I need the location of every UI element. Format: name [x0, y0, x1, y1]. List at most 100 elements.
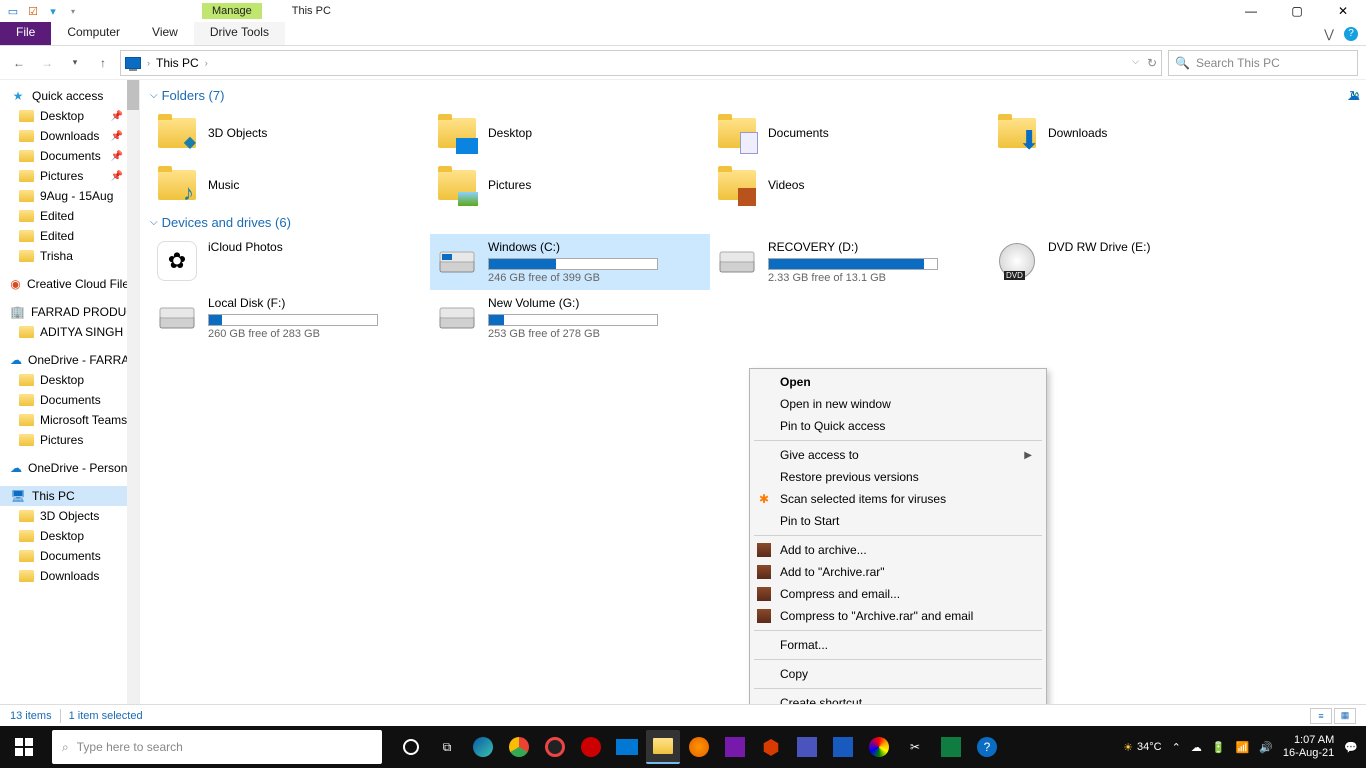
paint-icon[interactable] [862, 730, 896, 764]
ribbon-collapse-icon[interactable]: ⋁ [1320, 27, 1338, 41]
tray-chevron-icon[interactable]: ⌃ [1172, 741, 1181, 754]
drive-item[interactable]: Windows (C:)246 GB free of 399 GB [430, 234, 710, 290]
sidebar-item[interactable]: Downloads📌 [0, 126, 139, 146]
taskbar-search[interactable]: ⌕ Type here to search [52, 730, 382, 764]
drive-item[interactable]: New Volume (G:)253 GB free of 278 GB [430, 290, 710, 346]
folder-item[interactable]: ◆3D Objects↻ [150, 107, 430, 159]
folder-item[interactable]: ⬇Downloads [990, 107, 1270, 159]
address-dropdown-icon[interactable]: ⌵ [1132, 56, 1139, 70]
sidebar-item[interactable]: Edited [0, 226, 139, 246]
context-menu-item[interactable]: Give access to▶ [750, 444, 1046, 466]
sidebar-aditya[interactable]: ADITYA SINGH [0, 322, 139, 342]
close-button[interactable]: ✕ [1320, 0, 1366, 22]
section-drives[interactable]: ⌵Devices and drives (6) [150, 211, 1356, 234]
drive-item[interactable]: ✿iCloud Photos [150, 234, 430, 290]
cortana-icon[interactable] [394, 730, 428, 764]
section-folders[interactable]: ⌵Folders (7) [150, 84, 1356, 107]
context-menu-item[interactable]: Pin to Quick access [750, 415, 1046, 437]
tiles-view-button[interactable]: ▦ [1334, 708, 1356, 724]
help-taskbar-icon[interactable]: ? [970, 730, 1004, 764]
address-bar[interactable]: › This PC › ⌵ ↻ [120, 50, 1162, 76]
sidebar-onedrive-farrad[interactable]: ☁OneDrive - FARRAD [0, 350, 139, 370]
context-menu-item[interactable]: Add to archive... [750, 539, 1046, 561]
chrome-icon[interactable] [502, 730, 536, 764]
folder-item[interactable]: Documents [710, 107, 990, 159]
sidebar-item[interactable]: Documents📌 [0, 146, 139, 166]
sidebar-item[interactable]: Documents [0, 390, 139, 410]
contextual-tab-manage[interactable]: Manage [202, 3, 262, 19]
crumb-sep-icon[interactable]: › [205, 58, 208, 68]
context-menu-item[interactable]: Compress to "Archive.rar" and email [750, 605, 1046, 627]
maximize-button[interactable]: ▢ [1274, 0, 1320, 22]
qat-new-icon[interactable]: ▾ [44, 2, 62, 20]
drive-item[interactable]: DVDDVD RW Drive (E:) [990, 234, 1270, 290]
volume-icon[interactable]: 🔊 [1259, 741, 1273, 754]
folder-item[interactable]: Pictures [430, 159, 710, 211]
notifications-icon[interactable]: 💬 [1344, 741, 1358, 754]
context-menu-item[interactable]: Restore previous versions [750, 466, 1046, 488]
explorer-taskbar-icon[interactable] [646, 730, 680, 764]
sidebar-item[interactable]: 3D Objects [0, 506, 139, 526]
sidebar-creative-cloud[interactable]: ◉Creative Cloud Files [0, 274, 139, 294]
weather-widget[interactable]: ☀34°C [1123, 741, 1161, 754]
folder-item[interactable]: Desktop✓ [430, 107, 710, 159]
firefox-icon[interactable] [682, 730, 716, 764]
sidebar-scrollbar[interactable] [127, 80, 139, 720]
breadcrumb[interactable]: This PC [156, 56, 199, 70]
sidebar-item[interactable]: Edited [0, 206, 139, 226]
sidebar-item[interactable]: Documents [0, 546, 139, 566]
tab-view[interactable]: View [136, 22, 194, 45]
sidebar-quick-access[interactable]: ★Quick access [0, 86, 139, 106]
opera-gx-icon[interactable] [574, 730, 608, 764]
task-view-icon[interactable]: ⧉ [430, 730, 464, 764]
opera-icon[interactable] [538, 730, 572, 764]
onenote-icon[interactable] [718, 730, 752, 764]
search-box[interactable]: 🔍 Search This PC [1168, 50, 1358, 76]
qat-properties-icon[interactable]: ☑ [24, 2, 42, 20]
wifi-icon[interactable]: 📶 [1236, 741, 1250, 754]
crumb-sep-icon[interactable]: › [147, 58, 150, 68]
onedrive-tray-icon[interactable]: ☁ [1191, 741, 1202, 754]
edge-icon[interactable] [466, 730, 500, 764]
sidebar-farrad[interactable]: 🏢FARRAD PRODUCTIONS [0, 302, 139, 322]
excel-icon[interactable] [934, 730, 968, 764]
sidebar-onedrive-personal[interactable]: ☁OneDrive - Personal [0, 458, 139, 478]
forward-button[interactable]: → [36, 52, 58, 74]
snip-icon[interactable]: ✂ [898, 730, 932, 764]
sidebar-item[interactable]: Trisha [0, 246, 139, 266]
drive-item[interactable]: RECOVERY (D:)2.33 GB free of 13.1 GB [710, 234, 990, 290]
sidebar-item[interactable]: Desktop [0, 370, 139, 390]
context-menu-item[interactable]: Open [750, 371, 1046, 393]
help-icon[interactable]: ? [1344, 27, 1358, 41]
details-view-button[interactable]: ≡ [1310, 708, 1332, 724]
sidebar-item[interactable]: Microsoft Teams [0, 410, 139, 430]
recent-dropdown[interactable]: ▾ [64, 52, 86, 74]
context-menu-item[interactable]: Add to "Archive.rar" [750, 561, 1046, 583]
mail-icon[interactable] [610, 730, 644, 764]
context-menu-item[interactable]: Copy [750, 663, 1046, 685]
up-button[interactable]: ↑ [92, 52, 114, 74]
context-menu-item[interactable]: Pin to Start [750, 510, 1046, 532]
office-icon[interactable]: ⬢ [754, 730, 788, 764]
sidebar-item[interactable]: Pictures📌 [0, 166, 139, 186]
minimize-button[interactable]: — [1228, 0, 1274, 22]
sidebar-item[interactable]: Desktop [0, 526, 139, 546]
qat-dropdown-icon[interactable]: ▾ [64, 2, 82, 20]
battery-icon[interactable]: 🔋 [1212, 741, 1226, 754]
sidebar-item[interactable]: Desktop📌 [0, 106, 139, 126]
teams-icon[interactable] [790, 730, 824, 764]
sidebar-this-pc[interactable]: 🖥This PC [0, 486, 139, 506]
word-icon[interactable] [826, 730, 860, 764]
back-button[interactable]: ← [8, 52, 30, 74]
tab-drive-tools[interactable]: Drive Tools [194, 22, 285, 45]
drive-item[interactable]: Local Disk (F:)260 GB free of 283 GB [150, 290, 430, 346]
context-menu-item[interactable]: ✱Scan selected items for viruses [750, 488, 1046, 510]
folder-item[interactable]: Videos [710, 159, 990, 211]
sidebar-item[interactable]: Downloads [0, 566, 139, 586]
start-button[interactable] [0, 726, 48, 768]
taskbar-clock[interactable]: 1:07 AM 16-Aug-21 [1283, 734, 1334, 760]
refresh-icon[interactable]: ↻ [1147, 56, 1157, 70]
context-menu-item[interactable]: Open in new window [750, 393, 1046, 415]
sidebar-item[interactable]: 9Aug - 15Aug [0, 186, 139, 206]
context-menu-item[interactable]: Compress and email... [750, 583, 1046, 605]
